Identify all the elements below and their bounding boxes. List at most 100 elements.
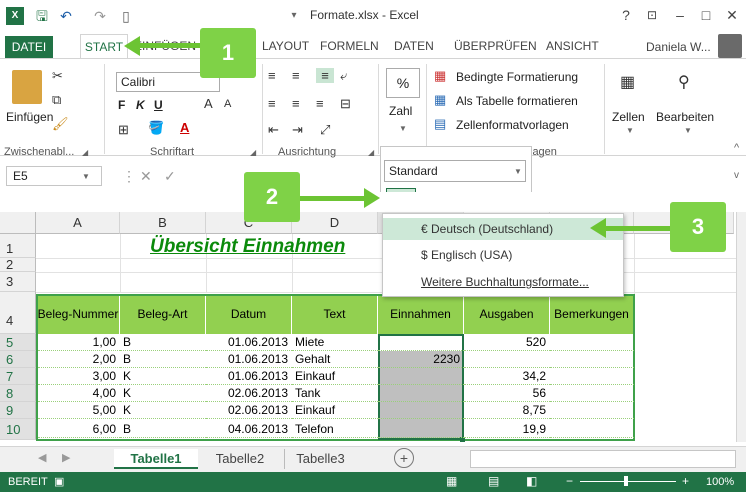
menu-item-more-formats[interactable]: Weitere Buchhaltungsformate... bbox=[383, 271, 623, 293]
editing-button[interactable]: Bearbeiten bbox=[656, 110, 714, 124]
macro-record-icon[interactable]: ▣ bbox=[54, 475, 64, 488]
table-cell[interactable]: 2230 bbox=[378, 351, 464, 368]
cell-styles-button[interactable]: Zellenformatvorlagen bbox=[456, 118, 569, 132]
orientation-icon[interactable]: ⤢ bbox=[320, 122, 330, 138]
cell-styles-icon[interactable]: ▤ bbox=[434, 116, 446, 132]
redo-icon[interactable]: ↷ bbox=[90, 6, 110, 26]
table-cell[interactable]: K bbox=[120, 385, 206, 402]
row-header[interactable]: 8 bbox=[0, 385, 36, 402]
prev-sheet-icon[interactable]: ◀ bbox=[38, 451, 46, 464]
chevron-down-icon[interactable]: ▼ bbox=[514, 167, 522, 176]
restore-button[interactable]: □ bbox=[694, 4, 718, 26]
table-cell[interactable] bbox=[378, 385, 464, 402]
clipboard-launcher-icon[interactable]: ◢ bbox=[82, 148, 88, 157]
row-header[interactable]: 9 bbox=[0, 402, 36, 419]
conditional-formatting-icon[interactable]: ▦ bbox=[434, 68, 446, 84]
sheet-tab-tabelle1[interactable]: Tabelle1 bbox=[114, 449, 198, 469]
format-painter-icon[interactable]: 🖌 bbox=[52, 116, 69, 132]
row-header[interactable]: 6 bbox=[0, 351, 36, 368]
column-header-d[interactable]: D bbox=[292, 212, 378, 234]
table-cell[interactable]: 34,2 bbox=[464, 368, 550, 385]
tab-ansicht[interactable]: ANSICHT bbox=[546, 36, 599, 56]
row-header[interactable]: 2 bbox=[0, 258, 36, 272]
row-header[interactable]: 5 bbox=[0, 334, 36, 351]
zoom-slider[interactable] bbox=[580, 481, 676, 482]
collapse-ribbon-icon[interactable]: ^ bbox=[734, 142, 739, 154]
tab-datei[interactable]: DATEI bbox=[5, 36, 53, 58]
normal-view-icon[interactable]: ▦ bbox=[446, 474, 457, 488]
customize-qat-icon[interactable]: ▾ bbox=[284, 6, 304, 26]
table-cell[interactable]: Miete bbox=[292, 334, 378, 351]
paste-icon[interactable] bbox=[12, 70, 42, 104]
minimize-button[interactable]: – bbox=[668, 4, 692, 26]
table-cell[interactable]: 4,00 bbox=[38, 385, 120, 402]
sheet-title[interactable]: Übersicht Einnahmen bbox=[150, 236, 345, 258]
chevron-down-icon[interactable]: ▼ bbox=[626, 126, 634, 135]
add-sheet-button[interactable]: + bbox=[394, 448, 414, 468]
tab-daten[interactable]: DATEN bbox=[394, 36, 434, 56]
table-cell[interactable]: 520 bbox=[464, 334, 550, 351]
fill-color-icon[interactable]: 🪣 bbox=[148, 120, 164, 136]
align-center-icon[interactable]: ≡ bbox=[292, 96, 300, 111]
align-middle-icon[interactable]: ≡ bbox=[292, 68, 300, 83]
grow-font-icon[interactable]: A bbox=[204, 96, 213, 111]
zoom-level[interactable]: 100% bbox=[706, 476, 734, 488]
tab-start[interactable]: START bbox=[80, 34, 128, 59]
cut-icon[interactable]: ✂ bbox=[52, 68, 63, 84]
table-cell[interactable]: B bbox=[120, 351, 206, 368]
table-cell[interactable]: 19,9 bbox=[464, 421, 550, 438]
table-cell[interactable]: 2,00 bbox=[38, 351, 120, 368]
cancel-icon[interactable]: ✕ bbox=[140, 168, 152, 185]
table-cell[interactable]: Tank bbox=[292, 385, 378, 402]
column-header-a[interactable]: A bbox=[36, 212, 120, 234]
bold-button[interactable]: F bbox=[118, 98, 125, 112]
format-as-table-icon[interactable]: ▦ bbox=[434, 92, 446, 108]
table-cell[interactable]: B bbox=[120, 421, 206, 438]
italic-button[interactable]: K bbox=[136, 98, 145, 112]
sheet-tab-tabelle2[interactable]: Tabelle2 bbox=[204, 449, 276, 469]
table-cell[interactable]: 01.06.2013 bbox=[206, 368, 292, 385]
borders-icon[interactable]: ⊞ bbox=[118, 122, 129, 138]
page-break-view-icon[interactable]: ◧ bbox=[526, 474, 537, 488]
table-cell[interactable]: 8,75 bbox=[464, 402, 550, 419]
column-header-b[interactable]: B bbox=[120, 212, 206, 234]
tab-ueberpruefen[interactable]: ÜBERPRÜFEN bbox=[454, 36, 537, 56]
sheet-tab-tabelle3[interactable]: Tabelle3 bbox=[284, 449, 356, 469]
table-cell[interactable]: 02.06.2013 bbox=[206, 385, 292, 402]
table-cell[interactable]: K bbox=[120, 402, 206, 419]
number-format-select[interactable]: Standard bbox=[384, 160, 526, 182]
avatar[interactable] bbox=[718, 34, 742, 58]
table-cell[interactable]: B bbox=[120, 334, 206, 351]
table-cell[interactable] bbox=[550, 351, 634, 368]
new-document-icon[interactable]: ▯ bbox=[116, 6, 136, 26]
enter-icon[interactable]: ✓ bbox=[164, 168, 176, 185]
row-header[interactable]: 10 bbox=[0, 419, 36, 440]
table-cell[interactable]: 1,00 bbox=[38, 334, 120, 351]
select-all-corner[interactable] bbox=[0, 212, 36, 234]
menu-item-euro-deutsch[interactable]: € Deutsch (Deutschland) bbox=[383, 218, 623, 240]
menu-item-dollar-englisch[interactable]: $ Englisch (USA) bbox=[383, 244, 623, 266]
table-cell[interactable]: 01.06.2013 bbox=[206, 351, 292, 368]
user-name[interactable]: Daniela W... bbox=[646, 40, 711, 54]
align-left-icon[interactable]: ≡ bbox=[268, 96, 276, 111]
paste-button-label[interactable]: Einfügen bbox=[6, 110, 53, 124]
table-cell[interactable] bbox=[550, 402, 634, 419]
cells-icon[interactable]: ▦ bbox=[620, 72, 635, 92]
cells-button[interactable]: Zellen bbox=[612, 110, 645, 124]
table-cell[interactable]: Einkauf bbox=[292, 402, 378, 419]
table-cell[interactable] bbox=[464, 351, 550, 368]
undo-icon[interactable]: ↶ bbox=[56, 6, 76, 26]
font-color-icon[interactable]: A bbox=[180, 120, 189, 135]
zoom-out-icon[interactable]: − bbox=[566, 474, 573, 488]
page-layout-view-icon[interactable]: ▤ bbox=[488, 474, 499, 488]
font-launcher-icon[interactable]: ◢ bbox=[250, 148, 256, 157]
table-cell[interactable]: Einkauf bbox=[292, 368, 378, 385]
table-cell[interactable]: Telefon bbox=[292, 421, 378, 438]
align-right-icon[interactable]: ≡ bbox=[316, 96, 324, 111]
percent-large-button[interactable]: % bbox=[386, 68, 420, 98]
alignment-launcher-icon[interactable]: ◢ bbox=[368, 148, 374, 157]
table-cell[interactable] bbox=[550, 334, 634, 351]
row-header[interactable]: 7 bbox=[0, 368, 36, 385]
format-as-table-button[interactable]: Als Tabelle formatieren bbox=[456, 94, 578, 108]
table-cell[interactable] bbox=[378, 402, 464, 419]
